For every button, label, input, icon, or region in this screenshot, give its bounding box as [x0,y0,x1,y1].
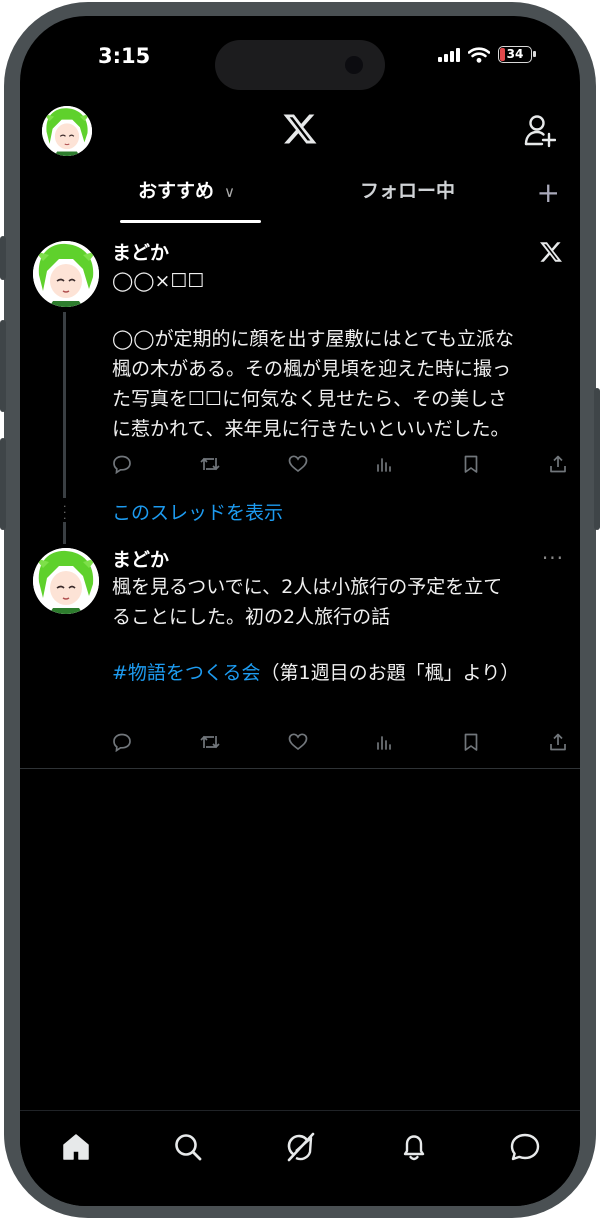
signal-icon [438,47,460,62]
camera-icon [345,56,363,74]
thread-gap-dots: · · · [63,500,67,525]
reply-icon[interactable] [112,732,132,752]
bookmark-icon[interactable] [461,454,481,474]
repost-icon[interactable] [199,732,221,752]
tab-recommended-label: おすすめ [138,180,215,202]
active-tab-indicator [120,220,261,223]
hashtag-link[interactable]: #物語をつくる会 [112,662,261,684]
post-author[interactable]: まどか [112,545,169,572]
post-actions [112,732,568,752]
profile-avatar[interactable] [42,106,92,156]
volume-down-button [0,438,6,530]
timeline-tabs: おすすめ ∨ フォロー中 [20,176,580,226]
volume-up-button [0,320,6,412]
more-options-icon[interactable]: ··· [542,546,564,570]
home-icon[interactable] [60,1131,92,1163]
post-text-line: ◯◯が定期的に顔を出す屋敷にはとても立派な [112,328,515,350]
post-text-line: に惹かれて、来年見に行きたいといいだした。 [112,418,510,440]
post-divider [20,768,580,769]
share-icon[interactable] [548,454,568,474]
post-text-tail: （第1週目のお題「楓」より） [260,662,520,684]
post-text: 楓を見るついでに、2人は小旅行の予定を立て ることにした。初の2人旅行の話 [112,572,502,632]
battery-level: 34 [506,47,524,61]
screen: 3:15 34 おすすめ ∨ フォロー中 + · · · まどか ◯◯×☐☐ ◯… [20,16,580,1206]
like-icon[interactable] [288,732,308,752]
post-avatar[interactable] [33,241,99,307]
post-subtitle: ◯◯×☐☐ [112,270,205,292]
post-hashtag-line: #物語をつくる会（第1週目のお題「楓」より） [112,658,519,688]
power-button [594,388,600,530]
action-button [0,236,6,280]
add-user-icon[interactable] [524,114,556,148]
status-icons: 34 [438,46,536,63]
tab-following[interactable]: フォロー中 [360,176,455,203]
thread-connector [63,312,66,498]
status-time: 3:15 [98,44,151,68]
views-icon[interactable] [374,732,394,752]
dynamic-island [215,40,385,90]
bottom-nav [20,1110,580,1206]
post-text-line: 楓を見るついでに、2人は小旅行の予定を立て [112,576,503,598]
messages-icon[interactable] [508,1131,542,1163]
grok-icon[interactable] [284,1131,316,1163]
post-text-line: 楓の木がある。その楓が見頃を迎えた時に撮っ [112,358,512,380]
share-icon[interactable] [548,732,568,752]
thread-connector [63,522,66,544]
bookmark-icon[interactable] [461,732,481,752]
views-icon[interactable] [374,454,394,474]
post-actions [112,454,568,474]
like-icon[interactable] [288,454,308,474]
battery-icon: 34 [498,46,536,63]
x-logo[interactable] [281,111,319,147]
tab-recommended[interactable]: おすすめ ∨ [138,176,235,203]
post-text-line: ることにした。初の2人旅行の話 [112,606,391,628]
add-tab-icon[interactable]: + [537,179,560,207]
notifications-icon[interactable] [398,1131,430,1163]
search-icon[interactable] [172,1131,204,1163]
post-text: ◯◯が定期的に顔を出す屋敷にはとても立派な 楓の木がある。その楓が見頃を迎えた時… [112,324,514,444]
post-avatar[interactable] [33,548,99,614]
repost-icon[interactable] [199,454,221,474]
wifi-icon [468,46,490,63]
post-author[interactable]: まどか [112,238,169,265]
chevron-down-icon: ∨ [224,183,235,201]
show-thread-link[interactable]: このスレッドを表示 [112,498,283,525]
post-text-line: た写真を☐☐に何気なく見せたら、その美しさ [112,388,508,410]
reply-icon[interactable] [112,454,132,474]
x-icon [540,242,562,262]
